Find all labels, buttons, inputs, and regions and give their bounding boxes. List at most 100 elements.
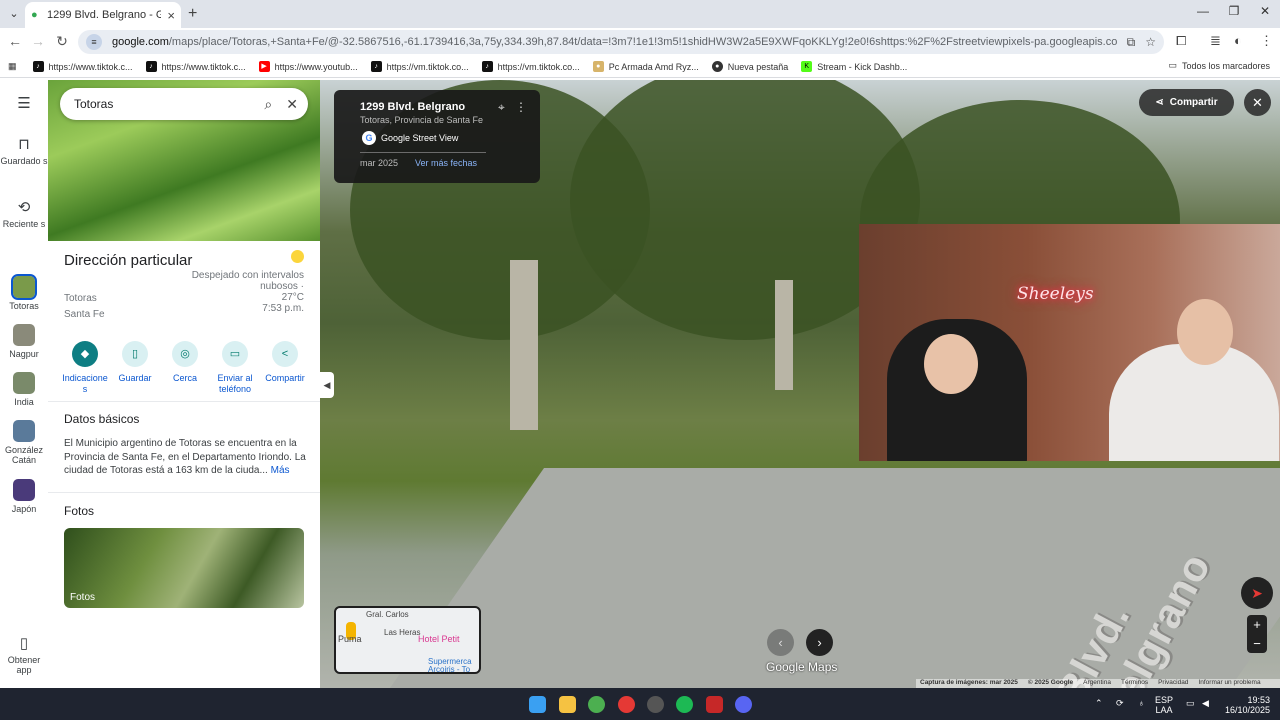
sv-date: mar 2025 [360,158,399,168]
rail-place-nagpur[interactable]: Nagpur [0,324,48,359]
tray-sync-icon[interactable]: ⟳ [1116,698,1124,708]
network-icon[interactable]: ▭ [1186,698,1195,708]
place-thumbnail [11,274,37,300]
language-indicator[interactable]: ESP LAA [1155,695,1173,715]
chrome-active-icon[interactable] [618,696,635,713]
new-tab-icon[interactable]: + [188,5,197,23]
search-box[interactable]: Totoras ⌕ ✕ [60,88,308,120]
bookmark-star-icon[interactable]: ☆ [1145,35,1156,49]
tiktok-icon: ♪ [370,61,382,72]
more-options-icon[interactable]: ⋮ [515,100,527,114]
minimap-poi: Puma [338,634,362,644]
bookmark-item[interactable]: ♪ https://www.tiktok.c... [145,61,246,72]
previous-arrow-icon[interactable]: ‹ [767,629,794,656]
bookmark-item[interactable]: ● Pc Armada Amd Ryz... [592,61,699,72]
apps-grid-icon[interactable]: ▦ [8,61,17,72]
search-input[interactable]: Totoras [74,97,250,111]
menu-kebab-icon[interactable]: ⋮ [1260,33,1273,49]
share-button-sv[interactable]: ⋖ Compartir [1139,89,1234,116]
window-close-icon[interactable]: ✕ [1250,4,1280,18]
back-icon[interactable]: ← [6,33,24,49]
spotify-icon[interactable] [676,696,693,713]
history-icon: ⟲ [17,199,31,216]
country-link[interactable]: Argentina [1083,679,1111,688]
rail-place-gonzalez-catan[interactable]: González Catán [0,420,48,465]
reload-icon[interactable]: ↻ [53,33,71,50]
rail-place-india[interactable]: India [0,372,48,407]
rail-place-japon[interactable]: Japón [0,479,48,514]
terms-link[interactable]: Términos [1121,679,1148,688]
location-pin-icon[interactable]: ⌖ [498,100,505,115]
bookmark-item[interactable]: K Stream - Kick Dashb... [801,61,907,72]
volume-icon[interactable]: ◀ [1202,698,1209,708]
zoom-out-icon[interactable]: − [1247,634,1267,653]
place-city: Totoras [64,293,97,304]
reading-list-icon[interactable]: ≣ [1210,33,1221,49]
photos-thumbnail[interactable]: Fotos [64,528,304,608]
share-button[interactable]: < Compartir [260,341,310,395]
privacy-link[interactable]: Privacidad [1158,679,1188,688]
directions-button[interactable]: ◆ Indicacione s [60,341,110,395]
tab-search-dropdown-icon[interactable]: ⌄ [6,6,22,22]
file-explorer-icon[interactable] [559,696,576,713]
divider [360,152,486,153]
google-maps-logo: Google Maps [766,660,838,674]
action-buttons: ◆ Indicacione s ▯ Guardar ◎ Cerca ▭ Enviar a… [60,341,310,395]
site-info-icon[interactable]: ≡ [86,34,102,50]
guest-face [1177,299,1233,365]
restore-icon[interactable]: ❐ [1219,4,1249,18]
rail-place-totoras[interactable]: Totoras [0,274,48,311]
tree-trunk [775,280,793,390]
bookmark-item[interactable]: ▶ https://www.youtub... [258,61,358,72]
tray-chevron-icon[interactable]: ⌃ [1095,698,1103,708]
active-tab[interactable]: ● 1299 Blvd. Belgrano - Google M × [25,2,181,28]
all-bookmarks[interactable]: ▭ Todos los marcadores [1168,60,1270,71]
nearby-button[interactable]: ◎ Cerca [160,341,210,395]
profile-avatar-icon[interactable]: ◐ [1234,33,1242,48]
chrome-icon[interactable] [588,696,605,713]
weather-sun-icon [291,250,304,263]
clear-search-icon[interactable]: ✕ [286,96,298,113]
more-dates-link[interactable]: Ver más fechas [415,158,477,168]
streamer-face [924,334,978,394]
bookmark-item[interactable]: ● Nueva pestaña [711,61,788,72]
collapse-panel-icon[interactable]: ◀ [320,372,334,398]
place-thumbnail [13,324,35,346]
minimap[interactable]: Gral. Carlos Las Heras Hotel Petit Super… [334,606,481,674]
tab-title: 1299 Blvd. Belgrano - Google M [47,9,162,21]
save-button[interactable]: ▯ Guardar [110,341,160,395]
search-icon[interactable]: ⌕ [264,96,272,113]
obs-icon[interactable] [647,696,664,713]
bookmark-icon: ⊓ [18,136,30,153]
address-bar[interactable]: ≡ google.com/maps/place/Totoras,+Santa+F… [78,30,1164,54]
clock[interactable]: 19:53 16/10/2025 [1222,695,1270,715]
next-arrow-icon[interactable]: › [806,629,833,656]
minimize-icon[interactable]: — [1188,4,1218,18]
bookmark-item[interactable]: ♪ https://vm.tiktok.co... [481,61,580,72]
install-app-icon[interactable]: ⧉ [1127,35,1136,50]
compass-icon[interactable]: ➤ [1241,577,1273,609]
start-icon[interactable] [529,696,546,713]
google-icon: G [362,131,376,145]
rail-saved[interactable]: ⊓ Guardado s [0,135,48,166]
menu-hamburger-icon[interactable]: ☰ [0,94,48,115]
close-street-view-icon[interactable]: ✕ [1244,89,1271,116]
close-tab-icon[interactable]: × [167,8,175,23]
tree-trunk [510,260,538,430]
discord-icon[interactable] [735,696,752,713]
microphone-icon[interactable]: ♁ [1138,698,1145,708]
phone-icon: ▭ [222,341,248,367]
rail-recent[interactable]: ⟲ Reciente s [0,198,48,229]
rail-get-app[interactable]: ▯ Obtener app [0,634,48,675]
report-problem-link[interactable]: Informar un problema [1198,679,1260,688]
zoom-in-icon[interactable]: + [1247,615,1267,634]
send-to-phone-button[interactable]: ▭ Enviar al teléfono [210,341,260,395]
app-icon[interactable] [706,696,723,713]
bookmark-item[interactable]: ♪ https://www.tiktok.c... [32,61,133,72]
bookmark-item[interactable]: ♪ https://vm.tiktok.co... [370,61,469,72]
more-link[interactable]: Más [271,465,290,476]
minimap-street: Gral. Carlos [366,610,409,619]
forward-icon[interactable]: → [29,33,47,49]
url-text[interactable]: google.com/maps/place/Totoras,+Santa+Fe/… [112,36,1117,48]
extensions-icon[interactable]: ⧠ [1176,33,1186,49]
